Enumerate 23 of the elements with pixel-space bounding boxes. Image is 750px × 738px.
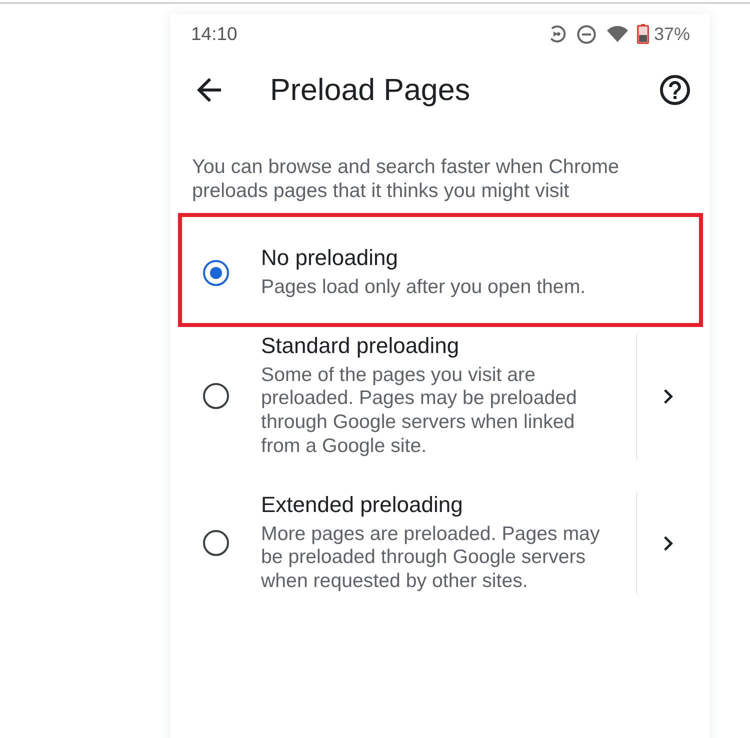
chevron-right-icon[interactable] bbox=[664, 536, 672, 551]
help-button[interactable] bbox=[660, 75, 690, 105]
option-title: Standard preloading bbox=[261, 334, 460, 358]
battery-percent: 37% bbox=[654, 24, 690, 44]
option-summary: More pages are preloaded. Pages may be preloaded through Google servers when requested by other sites. bbox=[261, 522, 601, 594]
wifi-icon bbox=[606, 26, 628, 42]
option-title: No preloading bbox=[261, 246, 399, 270]
status-time: 14:10 bbox=[191, 23, 238, 45]
option-summary: Some of the pages you visit are preloaded. Pages may be preloaded through Google servers when linked from a Google site. bbox=[261, 364, 578, 459]
help-icon bbox=[660, 75, 690, 105]
radio-button[interactable] bbox=[203, 383, 229, 410]
option-title: Extended preloading bbox=[261, 492, 464, 517]
back-arrow-icon bbox=[197, 78, 221, 102]
radio-button[interactable] bbox=[203, 260, 229, 286]
description-text: You can browse and search faster when Chrome preloads pages that it thinks you might visit bbox=[191, 155, 620, 203]
back-button[interactable] bbox=[197, 78, 221, 102]
page-title: Preload Pages bbox=[270, 72, 470, 108]
battery-icon bbox=[636, 24, 649, 44]
ring-dot-icon bbox=[548, 25, 566, 43]
radio-button[interactable] bbox=[203, 530, 229, 556]
option-summary: Pages load only after you open them. bbox=[261, 276, 587, 300]
chevron-right-icon[interactable] bbox=[664, 388, 672, 404]
minus-circle-icon bbox=[576, 24, 596, 44]
